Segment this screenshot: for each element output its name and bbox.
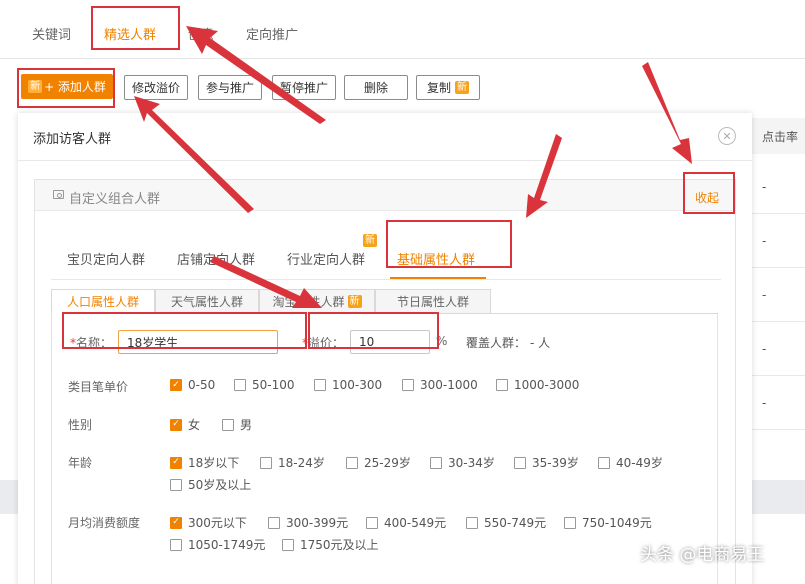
tab-keywords[interactable]: 关键词: [32, 24, 71, 43]
checkbox[interactable]: [564, 516, 576, 529]
price-option[interactable]: 50-100: [234, 378, 295, 392]
spend-option[interactable]: 550-749元: [466, 514, 546, 531]
checkbox[interactable]: [234, 379, 246, 391]
table-divider: [752, 429, 805, 430]
checkbox[interactable]: [496, 379, 508, 391]
new-badge: 新: [347, 295, 362, 308]
section-title: 自定义组合人群: [69, 192, 161, 207]
checkbox[interactable]: [402, 379, 414, 391]
price-option[interactable]: 100-300: [314, 378, 382, 392]
checkbox[interactable]: [268, 516, 280, 529]
table-cell: -: [762, 180, 767, 194]
table-cell: -: [762, 288, 767, 302]
annotation-box-basic-attributes: [386, 220, 512, 268]
tab-shop-targeting[interactable]: 店铺定向人群: [177, 249, 255, 268]
campaign-table-edge: [752, 110, 805, 430]
checkbox[interactable]: [170, 538, 182, 551]
annotation-box-selected-crowd: [91, 6, 180, 50]
price-option[interactable]: 300-1000: [402, 378, 478, 392]
spend-option[interactable]: 400-549元: [366, 514, 446, 531]
spend-option[interactable]: 300-399元: [268, 514, 348, 531]
table-divider: [752, 267, 805, 268]
price-option[interactable]: 1000-3000: [496, 378, 579, 392]
delete-button[interactable]: 删除: [344, 75, 408, 100]
dialog-title: 添加访客人群: [33, 132, 112, 147]
coverage-value: - 人: [530, 336, 551, 350]
join-promotion-button[interactable]: 参与推广: [198, 75, 262, 100]
tab-taobao-attributes[interactable]: 淘宝属性人群 新: [259, 289, 375, 314]
section-header: 自定义组合人群 收起: [35, 180, 735, 211]
checkbox[interactable]: [282, 538, 294, 551]
age-label: 年龄: [68, 456, 93, 470]
gender-label: 性别: [68, 418, 93, 432]
checkbox[interactable]: [514, 456, 526, 469]
table-cell: -: [762, 342, 767, 356]
checkbox[interactable]: [466, 516, 478, 529]
spend-option[interactable]: 1750元及以上: [282, 536, 379, 553]
annotation-box-premium: [308, 312, 439, 349]
age-option[interactable]: 35-39岁: [514, 454, 579, 471]
checkbox[interactable]: [222, 418, 234, 431]
annotation-box-collapse: [683, 172, 735, 214]
tab-demographics[interactable]: 人口属性人群: [51, 289, 155, 314]
active-subtab-underline: [390, 277, 486, 279]
tab-product-targeting[interactable]: 宝贝定向人群: [67, 249, 145, 268]
checkbox-checked[interactable]: ✓: [170, 516, 182, 529]
tab-industry-targeting[interactable]: 行业定向人群: [287, 249, 365, 268]
checkbox-checked[interactable]: ✓: [170, 379, 182, 391]
toolbar: 新 + 添加人群 修改溢价 参与推广 暂停推广 删除 复制 新: [0, 66, 805, 110]
custom-combo-crowd-section: 自定义组合人群 收起 宝贝定向人群 店铺定向人群 行业定向人群 新 基础属性人群…: [34, 179, 736, 584]
table-divider: [752, 321, 805, 322]
watermark: 头条 @电商易王: [640, 545, 765, 565]
table-cell: -: [762, 234, 767, 248]
pause-promotion-button[interactable]: 暂停推广: [272, 75, 336, 100]
attribute-tabs: 人口属性人群 天气属性人群 淘宝属性人群 新 节日属性人群: [51, 289, 718, 314]
checkbox[interactable]: [598, 456, 610, 469]
annotation-box-add-crowd: [17, 68, 115, 108]
coverage-label: 覆盖人群：: [466, 336, 527, 350]
age-option[interactable]: 30-34岁: [430, 454, 495, 471]
age-option[interactable]: 18-24岁: [260, 454, 325, 471]
checkbox-checked[interactable]: ✓: [170, 418, 182, 431]
checkbox-checked[interactable]: ✓: [170, 456, 182, 469]
age-option[interactable]: 50岁及以上: [170, 476, 251, 493]
gender-option[interactable]: ✓ 女: [170, 416, 200, 433]
checkbox[interactable]: [314, 379, 326, 391]
annotation-box-name: [62, 312, 307, 349]
modify-premium-button[interactable]: 修改溢价: [124, 75, 188, 100]
table-cell: -: [762, 396, 767, 410]
tab-targeted-promotion[interactable]: 定向推广: [246, 24, 298, 43]
dialog-divider: [18, 160, 752, 161]
tab-creative[interactable]: 创意: [188, 24, 214, 43]
demographics-form: *名称： *溢价： % 覆盖人群： - 人 类目笔单价 ✓0-50 50-100…: [51, 314, 718, 584]
price-label: 类目笔单价: [68, 380, 129, 394]
tab-holiday[interactable]: 节日属性人群: [375, 289, 491, 314]
checkbox[interactable]: [366, 516, 378, 529]
checkbox[interactable]: [170, 478, 182, 491]
new-badge: 新: [455, 81, 469, 94]
price-option[interactable]: ✓ 0-50: [170, 378, 215, 392]
spend-option[interactable]: ✓ 300元以下: [170, 514, 247, 531]
checkbox[interactable]: [346, 456, 358, 469]
copy-button[interactable]: 复制 新: [416, 75, 480, 100]
age-option[interactable]: 25-29岁: [346, 454, 411, 471]
age-option[interactable]: ✓ 18岁以下: [170, 454, 239, 471]
table-header-ctr: 点击率: [752, 118, 805, 154]
new-badge: 新: [363, 234, 377, 247]
age-option[interactable]: 40-49岁: [598, 454, 663, 471]
close-icon[interactable]: ✕: [718, 127, 736, 145]
tab-label: 淘宝属性人群: [272, 295, 345, 309]
page: 关键词 精选人群 创意 定向推广 新 + 添加人群 修改溢价 参与推广 暂停推广…: [0, 0, 805, 584]
checkbox[interactable]: [430, 456, 442, 469]
image-icon: [53, 190, 64, 199]
monthly-spend-label: 月均消费额度: [68, 516, 141, 530]
checkbox[interactable]: [260, 456, 272, 469]
gender-option[interactable]: 男: [222, 416, 252, 433]
copy-label: 复制: [426, 81, 451, 95]
table-divider: [752, 375, 805, 376]
table-divider: [752, 213, 805, 214]
spend-option[interactable]: 1050-1749元: [170, 536, 265, 553]
tab-weather[interactable]: 天气属性人群: [155, 289, 259, 314]
spend-option[interactable]: 750-1049元: [564, 514, 652, 531]
